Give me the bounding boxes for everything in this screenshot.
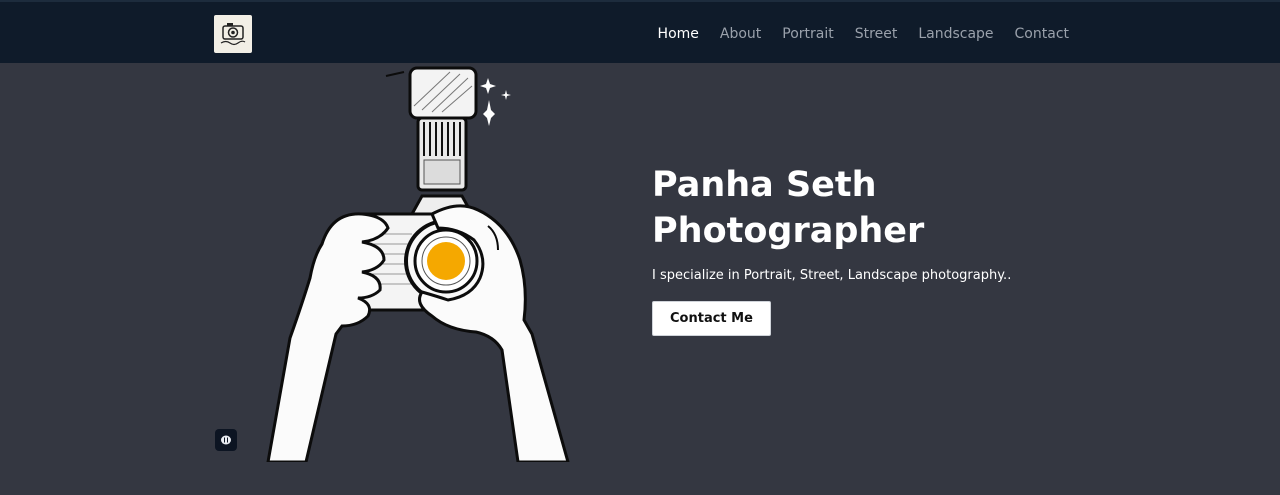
chat-bubble-icon (221, 435, 231, 445)
hero-title-name: Panha Seth (652, 165, 877, 205)
nav-portrait[interactable]: Portrait (782, 26, 833, 42)
nav-landscape[interactable]: Landscape (918, 26, 993, 42)
nav-contact[interactable]: Contact (1015, 26, 1069, 42)
camera-logo-icon (220, 23, 246, 46)
nav-about[interactable]: About (720, 26, 761, 42)
hero-title: Panha Seth Photographer (652, 162, 1072, 254)
main-nav: Home About Portrait Street Landscape Con… (658, 2, 1069, 65)
nav-home[interactable]: Home (658, 26, 699, 42)
nav-street[interactable]: Street (855, 26, 898, 42)
site-logo[interactable] (214, 15, 252, 53)
hands-holding-camera-illustration (262, 64, 582, 464)
floating-chat-button[interactable] (215, 429, 237, 451)
navbar: Home About Portrait Street Landscape Con… (0, 0, 1280, 63)
hero-title-role: Photographer (652, 211, 925, 251)
contact-me-button[interactable]: Contact Me (652, 301, 771, 336)
hero-section: Panha Seth Photographer I specialize in … (652, 162, 1072, 336)
hero-subtitle: I specialize in Portrait, Street, Landsc… (652, 268, 1012, 283)
